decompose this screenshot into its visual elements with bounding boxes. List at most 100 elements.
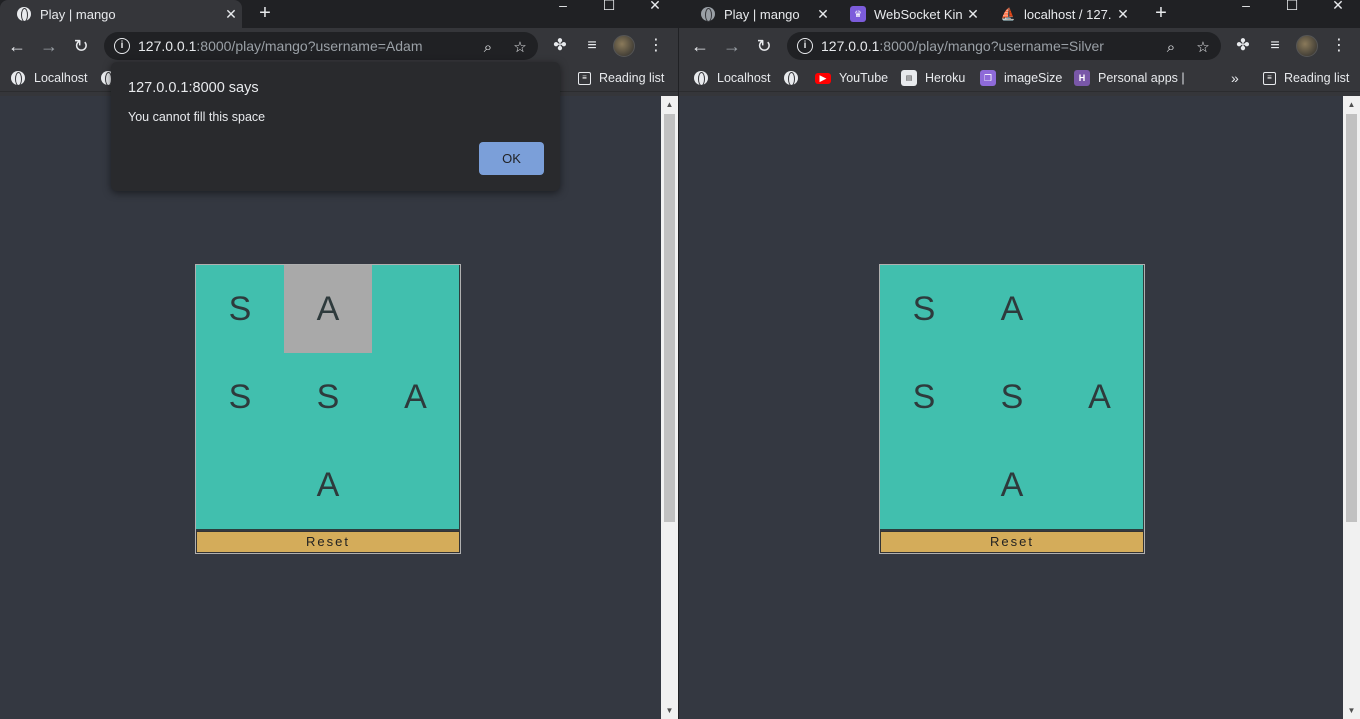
board-cell[interactable]: S bbox=[196, 353, 285, 442]
page-scrollbar[interactable]: ▲ ▼ bbox=[1343, 96, 1360, 719]
reload-icon[interactable]: ↻ bbox=[67, 32, 95, 60]
globe-icon bbox=[783, 70, 799, 86]
url-text: 127.0.0.1:8000/play/mango?username=Adam bbox=[138, 38, 423, 54]
new-tab-button[interactable]: + bbox=[251, 0, 279, 28]
forward-arrow-icon[interactable]: → bbox=[718, 32, 746, 60]
bookmark-heroku[interactable]: ▤ Heroku bbox=[901, 69, 965, 87]
bookmark-youtube[interactable]: ▶ YouTube bbox=[815, 69, 888, 87]
board-cell[interactable]: A bbox=[372, 353, 460, 442]
back-arrow-icon[interactable]: ← bbox=[3, 32, 31, 60]
game-board: S A S S A A Reset bbox=[195, 264, 461, 554]
bookmark-imagesize[interactable]: ❐ imageSize bbox=[980, 69, 1062, 87]
close-tab-icon[interactable]: ✕ bbox=[962, 6, 984, 23]
board-cell[interactable] bbox=[880, 441, 969, 530]
bookmarks-overflow-button[interactable]: » bbox=[1231, 69, 1239, 87]
game-board: S A S S A A Reset bbox=[879, 264, 1145, 554]
reset-button[interactable]: Reset bbox=[880, 531, 1144, 553]
tab-play-mango[interactable]: Play | mango ✕ bbox=[684, 0, 834, 28]
media-queue-icon[interactable]: ≡ bbox=[580, 34, 604, 58]
reload-icon[interactable]: ↻ bbox=[750, 32, 778, 60]
board-cell[interactable] bbox=[1056, 441, 1144, 530]
tab-play-mango[interactable]: Play | mango ✕ bbox=[0, 0, 242, 28]
dialog-title: 127.0.0.1:8000 says bbox=[128, 80, 259, 96]
url-text: 127.0.0.1:8000/play/mango?username=Silve… bbox=[821, 38, 1104, 54]
heroku-icon: ▤ bbox=[901, 70, 917, 86]
browser-window-silver: Play | mango ✕ ♛ WebSocket King ✕ ⛵ loca… bbox=[678, 0, 1360, 719]
forward-arrow-icon[interactable]: → bbox=[35, 32, 63, 60]
tab-title: Play | mango bbox=[40, 6, 116, 22]
address-bar[interactable]: i 127.0.0.1:8000/play/mango?username=Ada… bbox=[104, 32, 538, 60]
scroll-up-icon[interactable]: ▲ bbox=[661, 96, 678, 113]
alert-dialog: 127.0.0.1:8000 says You cannot fill this… bbox=[111, 62, 560, 191]
extensions-puzzle-icon[interactable]: ✤ bbox=[548, 34, 572, 58]
menu-kebab-icon[interactable]: ⋮ bbox=[644, 34, 668, 58]
board-cell[interactable]: A bbox=[1056, 353, 1144, 442]
personal-apps-icon: H bbox=[1074, 70, 1090, 86]
board-cell[interactable] bbox=[1056, 265, 1144, 354]
scroll-down-icon[interactable]: ▼ bbox=[661, 702, 678, 719]
board-cell[interactable] bbox=[372, 265, 460, 354]
tab-title: WebSocket King bbox=[874, 6, 962, 22]
bookmark-star-icon[interactable]: ☆ bbox=[510, 38, 530, 58]
back-arrow-icon[interactable]: ← bbox=[686, 32, 714, 60]
page-scrollbar[interactable]: ▲ ▼ bbox=[661, 96, 678, 719]
profile-avatar[interactable] bbox=[613, 35, 635, 57]
minimize-button[interactable]: ‒ bbox=[1223, 0, 1269, 28]
tab-phpmyadmin[interactable]: ⛵ localhost / 127.0 ✕ bbox=[984, 0, 1134, 28]
zoom-icon[interactable]: ⌕ bbox=[478, 38, 498, 58]
globe-icon bbox=[16, 6, 32, 22]
minimize-button[interactable]: ‒ bbox=[540, 0, 586, 28]
scroll-down-icon[interactable]: ▼ bbox=[1343, 702, 1360, 719]
reset-button[interactable]: Reset bbox=[196, 531, 460, 553]
address-bar[interactable]: i 127.0.0.1:8000/play/mango?username=Sil… bbox=[787, 32, 1221, 60]
ok-button[interactable]: OK bbox=[479, 142, 544, 175]
phpmyadmin-icon: ⛵ bbox=[1000, 7, 1016, 21]
globe-icon bbox=[700, 6, 716, 22]
board-cell[interactable]: A bbox=[968, 265, 1057, 354]
browser-window-adam: Play | mango ✕ + ‒ ☐ ✕ ← → ↻ i 127.0.0.1… bbox=[0, 0, 678, 719]
close-tab-icon[interactable]: ✕ bbox=[1112, 6, 1134, 23]
bookmark-localhost[interactable]: Localhost bbox=[693, 69, 771, 87]
bookmark-localhost[interactable]: Localhost bbox=[10, 69, 88, 87]
board-cell[interactable]: S bbox=[284, 353, 373, 442]
site-info-icon[interactable]: i bbox=[797, 38, 813, 54]
reading-list-button[interactable]: ≡ Reading list bbox=[1263, 69, 1349, 87]
scrollbar-thumb[interactable] bbox=[1346, 114, 1357, 522]
reading-list-button[interactable]: ≡ Reading list bbox=[578, 69, 664, 87]
board-cell[interactable] bbox=[196, 441, 285, 530]
tab-title: localhost / 127.0 bbox=[1024, 6, 1112, 22]
extensions-puzzle-icon[interactable]: ✤ bbox=[1231, 34, 1255, 58]
scrollbar-thumb[interactable] bbox=[664, 114, 675, 522]
board-cell[interactable]: A bbox=[284, 441, 373, 530]
board-cell-locked[interactable]: A bbox=[284, 265, 373, 354]
tab-strip: Play | mango ✕ ♛ WebSocket King ✕ ⛵ loca… bbox=[679, 0, 1360, 28]
board-cell[interactable]: S bbox=[880, 353, 969, 442]
maximize-button[interactable]: ☐ bbox=[1269, 0, 1315, 28]
close-window-button[interactable]: ✕ bbox=[1315, 0, 1360, 28]
bookmark-star-icon[interactable]: ☆ bbox=[1193, 38, 1213, 58]
youtube-icon: ▶ bbox=[815, 72, 831, 84]
board-cell[interactable]: S bbox=[196, 265, 285, 354]
maximize-button[interactable]: ☐ bbox=[586, 0, 632, 28]
close-window-button[interactable]: ✕ bbox=[632, 0, 678, 28]
imagesize-icon: ❐ bbox=[980, 70, 996, 86]
bookmark-personal-apps[interactable]: H Personal apps | bbox=[1074, 69, 1185, 87]
bookmark-globe[interactable] bbox=[783, 69, 807, 87]
zoom-icon[interactable]: ⌕ bbox=[1161, 38, 1181, 58]
menu-kebab-icon[interactable]: ⋮ bbox=[1327, 34, 1351, 58]
board-cell[interactable]: A bbox=[968, 441, 1057, 530]
globe-icon bbox=[693, 70, 709, 86]
profile-avatar[interactable] bbox=[1296, 35, 1318, 57]
globe-icon bbox=[10, 70, 26, 86]
board-cell[interactable]: S bbox=[880, 265, 969, 354]
site-info-icon[interactable]: i bbox=[114, 38, 130, 54]
tab-websocket-king[interactable]: ♛ WebSocket King ✕ bbox=[834, 0, 984, 28]
close-tab-icon[interactable]: ✕ bbox=[812, 6, 834, 23]
close-tab-icon[interactable]: ✕ bbox=[220, 6, 242, 23]
media-queue-icon[interactable]: ≡ bbox=[1263, 34, 1287, 58]
board-cell[interactable]: S bbox=[968, 353, 1057, 442]
board-cell[interactable] bbox=[372, 441, 460, 530]
tab-strip: Play | mango ✕ + ‒ ☐ ✕ bbox=[0, 0, 678, 28]
scroll-up-icon[interactable]: ▲ bbox=[1343, 96, 1360, 113]
new-tab-button[interactable]: + bbox=[1147, 0, 1175, 28]
